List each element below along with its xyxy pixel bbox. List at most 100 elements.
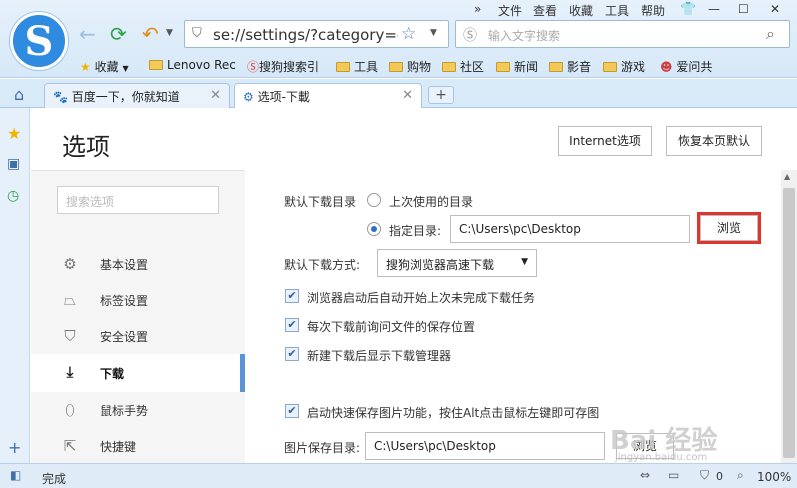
mouse-icon: ⬯ xyxy=(65,401,75,419)
folder-icon xyxy=(442,62,456,72)
minimize-icon[interactable]: — xyxy=(708,2,720,16)
menu-tools[interactable]: 工具 xyxy=(605,2,629,19)
scroll-up-icon[interactable]: ▲ xyxy=(784,172,790,181)
close-window-icon[interactable]: ✕ xyxy=(770,2,780,16)
default-dir-label: 默认下载目录 xyxy=(284,195,357,209)
bookmark-shopping[interactable]: 购物 xyxy=(389,58,431,75)
favorites-button[interactable]: ★ 收藏 ▼ xyxy=(80,58,129,75)
status-shield-icon[interactable]: ⛉ xyxy=(700,468,709,483)
chevron-down-icon: ▼ xyxy=(521,257,528,267)
quick-save-checkbox[interactable]: ✔ xyxy=(285,404,299,418)
tab-settings-download[interactable]: ⚙ 选项-下載 ✕ xyxy=(234,83,422,109)
settings-gear-icon: ⚙ xyxy=(243,90,254,104)
new-tab-button[interactable]: + xyxy=(428,86,454,104)
bookmark-tools[interactable]: 工具 xyxy=(336,58,378,75)
refresh-icon[interactable]: ⟳ xyxy=(110,22,127,46)
image-dir-input[interactable]: C:\Users\pc\Desktop xyxy=(365,432,605,460)
baidu-paw-icon: 🐾 xyxy=(53,90,68,104)
nav-security[interactable]: ⛉ 安全设置 xyxy=(31,318,245,354)
quick-save-label: 启动快速保存图片功能，按住Alt点击鼠标左键即可存图 xyxy=(307,406,600,420)
last-used-radio[interactable] xyxy=(367,193,381,207)
history-panel-icon[interactable]: ◷ xyxy=(7,188,19,204)
highlight-box xyxy=(697,212,761,244)
download-method-select[interactable]: 搜狗浏览器高速下载 ▼ xyxy=(377,249,537,277)
resume-checkbox[interactable]: ✔ xyxy=(285,289,299,303)
nav-basic[interactable]: ⚙ 基本设置 xyxy=(31,246,245,282)
status-window-icon[interactable]: ▭ xyxy=(668,468,679,482)
last-used-label: 上次使用的目录 xyxy=(389,195,474,209)
undo-dropdown-icon[interactable]: ▼ xyxy=(166,28,173,38)
download-icon: ⤓ xyxy=(66,363,74,381)
menu-favorites[interactable]: 收藏 xyxy=(569,2,593,19)
sogou-search-icon: Ⓢ xyxy=(247,60,260,74)
add-panel-icon[interactable]: + xyxy=(8,438,21,457)
menu-overflow-icon[interactable]: » xyxy=(474,2,481,16)
image-dir-label: 图片保存目录: xyxy=(284,441,361,455)
status-tool-icon[interactable]: ⇔ xyxy=(640,468,650,482)
zoom-icon[interactable]: ⌕ xyxy=(737,468,744,483)
close-tab-icon[interactable]: ✕ xyxy=(402,88,413,103)
folder-icon xyxy=(389,62,403,72)
search-input[interactable]: 输入文字搜索 xyxy=(488,27,560,44)
address-dropdown-icon[interactable]: ▼ xyxy=(430,28,437,38)
home-icon[interactable]: ⌂ xyxy=(14,85,24,104)
bookmark-iask[interactable]: ☻ 爱问共 xyxy=(660,58,712,75)
bookmark-news[interactable]: 新闻 xyxy=(496,58,538,75)
status-text: 完成 xyxy=(42,472,67,486)
undo-icon[interactable]: ↶ xyxy=(142,22,159,46)
shortcut-arrow-icon: ⇱ xyxy=(63,437,77,455)
address-text: se://settings/?category=dow xyxy=(213,26,398,44)
notes-panel-icon[interactable]: ▣ xyxy=(7,156,20,172)
show-manager-label: 新建下载后显示下载管理器 xyxy=(307,349,452,363)
nav-tabs[interactable]: ⏢ 标签设置 xyxy=(31,282,245,318)
status-count: 0 xyxy=(716,470,723,483)
bookmark-sogou[interactable]: Ⓢ搜狗搜索引 xyxy=(247,58,319,75)
menu-view[interactable]: 查看 xyxy=(533,2,557,19)
nav-mouse-gestures[interactable]: ⬯ 鼠标手势 xyxy=(31,392,245,428)
folder-icon xyxy=(603,62,617,72)
sogou-logo-icon[interactable]: S xyxy=(10,12,68,70)
nav-active-indicator xyxy=(240,354,245,392)
folder-icon xyxy=(149,60,163,70)
gear-icon: ⚙ xyxy=(63,255,77,273)
watermark-url: jingyan.baidu.com xyxy=(615,452,708,463)
internet-options-button[interactable]: Internet选项 xyxy=(558,126,652,156)
bookmark-games[interactable]: 游戏 xyxy=(603,58,645,75)
bookmark-lenovo[interactable]: Lenovo Rec xyxy=(149,58,236,72)
search-icon[interactable]: ⌕ xyxy=(766,24,775,44)
nav-download[interactable]: ⤓ 下载 xyxy=(31,354,245,392)
restore-defaults-button[interactable]: 恢复本页默认 xyxy=(666,126,762,156)
nav-shortcuts[interactable]: ⇱ 快捷键 xyxy=(31,428,245,464)
close-tab-icon[interactable]: ✕ xyxy=(210,88,221,103)
address-bar[interactable]: ⛉ se://settings/?category=dow ☆ ▼ xyxy=(184,20,449,48)
favorites-star-icon: ★ xyxy=(80,60,91,74)
skin-icon[interactable]: 👕 xyxy=(680,2,696,17)
folder-icon xyxy=(496,62,510,72)
search-box[interactable]: Ⓢ 输入文字搜索 ⌕ xyxy=(455,20,790,48)
bookmark-community[interactable]: 社区 xyxy=(442,58,484,75)
download-dir-input[interactable]: C:\Users\pc\Desktop xyxy=(450,215,690,243)
tab-shape-icon: ⏢ xyxy=(63,291,76,309)
toggle-sidebar-icon[interactable]: ◧ xyxy=(10,468,21,482)
menu-file[interactable]: 文件 xyxy=(498,2,522,19)
show-manager-checkbox[interactable]: ✔ xyxy=(285,347,299,361)
specified-dir-label: 指定目录: xyxy=(389,224,442,238)
ask-location-label: 每次下载前询问文件的保存位置 xyxy=(307,320,476,334)
maximize-icon[interactable]: ☐ xyxy=(738,2,749,16)
resume-label: 浏览器启动后自动开始上次未完成下载任务 xyxy=(307,291,536,305)
search-engine-icon[interactable]: Ⓢ xyxy=(463,25,477,45)
bookmark-media[interactable]: 影音 xyxy=(549,58,591,75)
tab-baidu[interactable]: 🐾 百度一下，你就知道 ✕ xyxy=(44,83,230,108)
scroll-thumb[interactable] xyxy=(783,188,795,458)
settings-search-input[interactable]: 搜索选项 xyxy=(57,186,219,214)
folder-icon xyxy=(336,62,350,72)
specified-dir-radio[interactable] xyxy=(367,222,381,236)
back-icon[interactable]: ← xyxy=(79,22,96,46)
shield-icon: ⛉ xyxy=(64,327,76,345)
star-icon[interactable]: ☆ xyxy=(401,24,416,44)
zoom-level[interactable]: 100% xyxy=(757,470,791,484)
download-method-label: 默认下载方式: xyxy=(284,258,361,272)
menu-help[interactable]: 帮助 xyxy=(641,2,665,19)
ask-location-checkbox[interactable]: ✔ xyxy=(285,318,299,332)
favorites-panel-icon[interactable]: ★ xyxy=(7,124,21,143)
